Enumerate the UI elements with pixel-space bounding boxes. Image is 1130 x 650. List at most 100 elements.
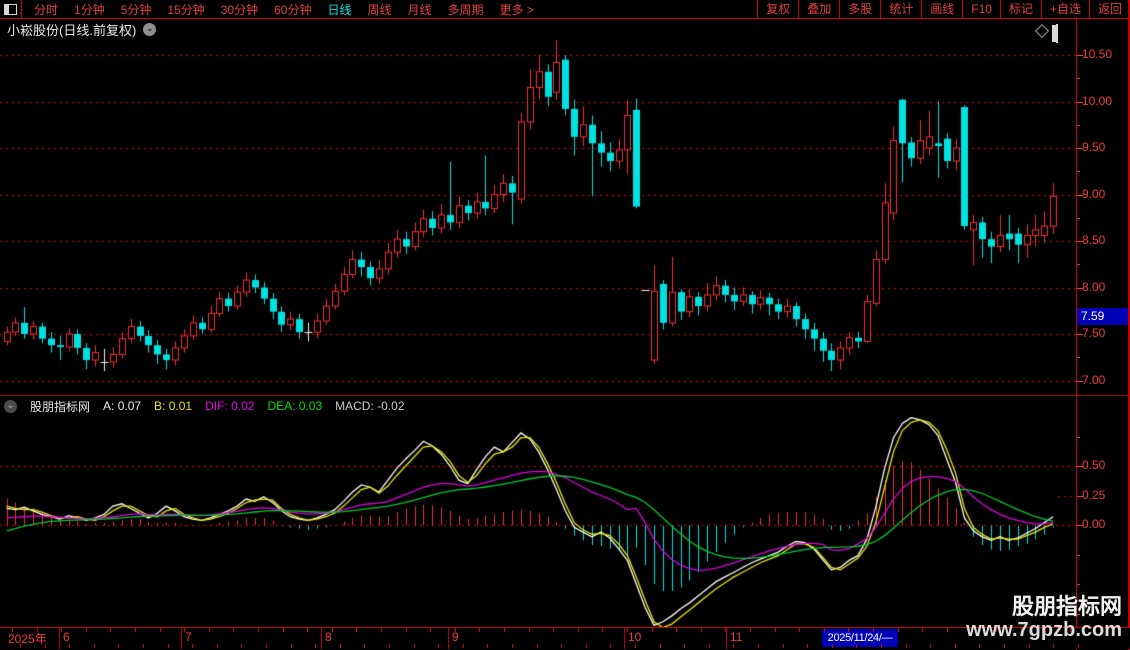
date-tick bbox=[430, 628, 431, 632]
date-tick-bottom bbox=[537, 644, 538, 648]
tab-多周期[interactable]: 多周期 bbox=[448, 1, 484, 18]
month-label-8: 8 bbox=[325, 630, 332, 644]
date-tick bbox=[799, 628, 800, 632]
month-label-10: 10 bbox=[628, 630, 642, 644]
tab-更多 >[interactable]: 更多 > bbox=[500, 1, 534, 18]
date-tick bbox=[652, 628, 653, 632]
date-tick-bottom bbox=[69, 644, 70, 648]
date-tick-bottom bbox=[1078, 644, 1079, 648]
date-tick-bottom bbox=[709, 644, 710, 648]
tab-1分钟[interactable]: 1分钟 bbox=[74, 1, 105, 18]
candlestick-chart[interactable] bbox=[0, 40, 1076, 395]
date-tick-bottom bbox=[733, 644, 734, 648]
toolbar-button-统计[interactable]: 统计 bbox=[880, 0, 921, 18]
date-tick-bottom bbox=[512, 644, 513, 648]
title-bar: 小崧股份(日线.前复权) ⌄ bbox=[0, 19, 1076, 40]
toolbar-button-复权[interactable]: 复权 bbox=[757, 0, 798, 18]
toolbar-button-标记[interactable]: 标记 bbox=[999, 0, 1041, 18]
chevron-down-icon[interactable]: ⌄ bbox=[143, 23, 157, 36]
indicator-field-DEA: DEA: 0.03 bbox=[267, 399, 323, 413]
date-tick bbox=[848, 628, 849, 632]
tab-分时[interactable]: 分时 bbox=[34, 1, 58, 18]
indicator-chart[interactable] bbox=[0, 417, 1076, 627]
tab-月线[interactable]: 月线 bbox=[408, 1, 432, 18]
month-label-7: 7 bbox=[185, 630, 192, 644]
date-tick-bottom bbox=[94, 644, 95, 648]
date-tick-bottom bbox=[807, 644, 808, 648]
date-tick-bottom bbox=[143, 644, 144, 648]
month-label-9: 9 bbox=[452, 630, 459, 644]
price-tick bbox=[1076, 287, 1083, 289]
indicator-tick bbox=[1076, 525, 1083, 526]
tab-30分钟[interactable]: 30分钟 bbox=[221, 1, 258, 18]
top-toolbar: 分时 1分钟 5分钟 15分钟 30分钟 60分钟 日线 周线 月线 多周期 更多 > 复权 叠加 多股… bbox=[0, 0, 1130, 19]
watermark-name: 股朋指标网 bbox=[1011, 594, 1122, 619]
month-divider bbox=[448, 628, 449, 649]
toolbar-button-画线[interactable]: 画线 bbox=[921, 0, 962, 18]
indicator-label-0.00: 0.00 bbox=[1082, 517, 1106, 531]
indicator-name: 股朋指标网 bbox=[30, 399, 91, 414]
tab-60分钟[interactable]: 60分钟 bbox=[274, 1, 311, 18]
month-divider bbox=[624, 628, 625, 649]
chevron-down-circle-icon[interactable]: ⌄ bbox=[4, 399, 17, 413]
indicator-header: ⌄ 股朋指标网 A: 0.07 B: 0.01 DIF: 0.02 DEA: 0.03… bbox=[0, 396, 405, 416]
date-tick bbox=[898, 628, 899, 632]
selected-date-tag: 2025/11/24/— bbox=[822, 629, 898, 647]
date-tick-bottom bbox=[266, 644, 267, 648]
date-tick-bottom bbox=[438, 644, 439, 648]
tab-15分钟[interactable]: 15分钟 bbox=[167, 1, 204, 18]
toolbar-button-多股[interactable]: 多股 bbox=[839, 0, 880, 18]
month-label-11: 11 bbox=[730, 630, 743, 644]
date-tick bbox=[406, 628, 407, 632]
price-tick bbox=[1076, 148, 1083, 149]
date-tick-bottom bbox=[487, 644, 488, 648]
price-label-9.00: 9.00 bbox=[1082, 186, 1106, 201]
date-tick-bottom bbox=[217, 644, 218, 648]
date-tick-bottom bbox=[586, 644, 587, 648]
indicator-tick bbox=[1076, 466, 1083, 467]
date-tick bbox=[233, 628, 234, 632]
date-tick bbox=[332, 628, 333, 632]
price-label-10.00: 10.00 bbox=[1082, 93, 1113, 108]
toolbar-button-+自选[interactable]: +自选 bbox=[1040, 0, 1089, 18]
date-tick-bottom bbox=[955, 644, 956, 648]
price-label-8.00: 8.00 bbox=[1082, 279, 1106, 294]
date-tick-bottom bbox=[118, 644, 119, 648]
layout-split-icon bbox=[4, 3, 17, 15]
date-tick-bottom bbox=[758, 644, 759, 648]
price-tick bbox=[1076, 241, 1083, 242]
date-tick bbox=[381, 628, 382, 632]
date-tick bbox=[504, 628, 505, 632]
date-tick bbox=[258, 628, 259, 632]
date-tick-bottom bbox=[241, 644, 242, 648]
date-tick bbox=[873, 628, 874, 632]
indicator-label-0.25: 0.25 bbox=[1082, 487, 1106, 502]
toolbar-button-叠加[interactable]: 叠加 bbox=[798, 0, 839, 18]
month-divider bbox=[726, 628, 727, 649]
toolbar-button-返回[interactable]: 返回 bbox=[1088, 0, 1130, 18]
tab-日线[interactable]: 日线 bbox=[327, 1, 351, 18]
month-label-6: 6 bbox=[63, 630, 70, 644]
date-tick bbox=[110, 628, 111, 632]
date-tick-bottom bbox=[783, 644, 784, 648]
date-tick-bottom bbox=[660, 644, 661, 648]
date-tick-bottom bbox=[364, 644, 365, 648]
date-tick-bottom bbox=[20, 644, 21, 648]
date-tick bbox=[479, 628, 480, 632]
date-tick bbox=[184, 628, 185, 632]
tab-周线[interactable]: 周线 bbox=[367, 1, 391, 18]
window-layout-button[interactable] bbox=[0, 0, 22, 18]
toolbar-button-F10[interactable]: F10 bbox=[962, 0, 1000, 18]
date-tick-bottom bbox=[1029, 644, 1030, 648]
price-tick bbox=[1076, 334, 1083, 335]
date-tick bbox=[775, 628, 776, 632]
indicator-label-0.50: 0.50 bbox=[1082, 458, 1106, 472]
date-tick bbox=[578, 628, 579, 632]
price-tick bbox=[1076, 101, 1083, 103]
date-tick-bottom bbox=[168, 644, 169, 648]
tab-5分钟[interactable]: 5分钟 bbox=[121, 1, 152, 18]
date-tick bbox=[750, 628, 751, 632]
date-axis[interactable]: 2025年 2025/11/24/— 6 7 8 9 10 11 bbox=[0, 628, 1130, 649]
date-tick-bottom bbox=[635, 644, 636, 648]
month-divider bbox=[321, 628, 322, 649]
